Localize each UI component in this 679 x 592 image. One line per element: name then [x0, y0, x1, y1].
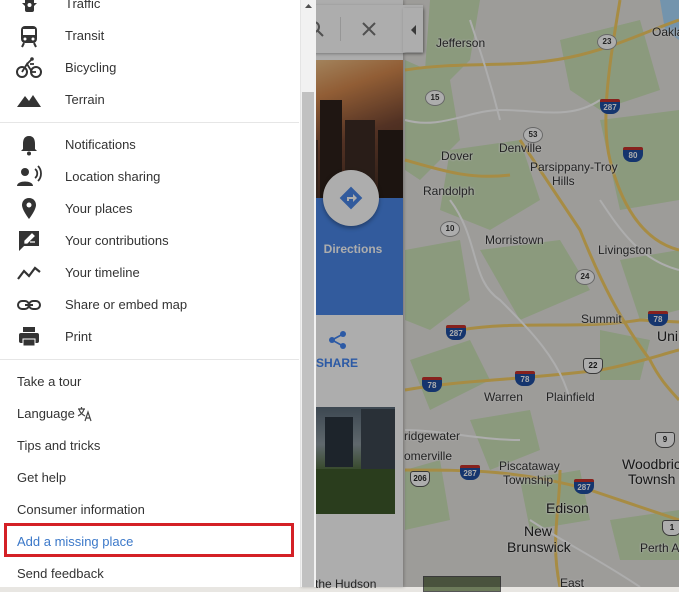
menu-item-label: Bicycling: [65, 60, 117, 75]
location-sharing-icon: [17, 165, 42, 186]
drawer-scrollbar[interactable]: [300, 0, 316, 587]
menu-item-print[interactable]: Print: [0, 321, 299, 353]
menu-item-label: Share or embed map: [65, 297, 188, 312]
menu-item-your-contributions[interactable]: Your contributions: [0, 225, 299, 257]
menu-item-label: Consumer information: [17, 502, 145, 517]
side-menu-drawer: Traffic Transit Bicycling Terrain Notifi…: [0, 0, 300, 587]
menu-item-language[interactable]: Language: [0, 398, 299, 430]
link-icon: [17, 300, 41, 310]
menu-divider: [0, 359, 299, 360]
menu-item-label: Language: [17, 406, 75, 421]
menu-item-notifications[interactable]: Notifications: [0, 129, 299, 161]
menu-item-label: Your contributions: [65, 233, 169, 248]
menu-item-label: Take a tour: [17, 374, 82, 389]
highlight-annotation: [4, 523, 294, 557]
menu-item-location-sharing[interactable]: Location sharing: [0, 161, 299, 193]
menu-item-transit[interactable]: Transit: [0, 20, 299, 52]
menu-item-label: Notifications: [65, 137, 136, 152]
menu-item-label: Print: [65, 329, 92, 344]
bicycle-icon: [16, 57, 42, 78]
menu-item-label: Location sharing: [65, 169, 161, 184]
menu-item-your-places[interactable]: Your places: [0, 193, 299, 225]
menu-item-label: Traffic: [65, 0, 101, 11]
menu-item-label: Your places: [65, 201, 133, 216]
menu-item-get-help[interactable]: Get help: [0, 462, 299, 494]
menu-item-share-embed[interactable]: Share or embed map: [0, 289, 299, 321]
menu-item-label: Terrain: [65, 92, 105, 107]
menu-item-your-timeline[interactable]: Your timeline: [0, 257, 299, 289]
menu-item-terrain[interactable]: Terrain: [0, 84, 299, 116]
menu-item-consumer-information[interactable]: Consumer information: [0, 494, 299, 526]
scroll-up-arrow-icon[interactable]: [304, 2, 313, 11]
menu-item-label: Transit: [65, 28, 105, 43]
menu-item-take-a-tour[interactable]: Take a tour: [0, 366, 299, 398]
translate-icon: [77, 407, 92, 422]
transit-icon: [21, 26, 37, 48]
menu-item-traffic[interactable]: Traffic: [0, 0, 299, 20]
menu-item-label: Tips and tricks: [17, 438, 101, 453]
menu-item-label: Send feedback: [17, 566, 104, 581]
terrain-icon: [17, 95, 41, 107]
menu-item-tips-and-tricks[interactable]: Tips and tricks: [0, 430, 299, 462]
menu-divider: [0, 122, 299, 123]
traffic-icon: [22, 0, 37, 12]
pin-icon: [22, 198, 36, 219]
menu-item-send-feedback[interactable]: Send feedback: [0, 558, 299, 587]
modal-scrim[interactable]: [300, 0, 679, 587]
menu-item-label: Your timeline: [65, 265, 140, 280]
menu-item-label: Get help: [17, 470, 67, 485]
edit-icon: [19, 231, 39, 251]
timeline-icon: [17, 266, 41, 280]
print-icon: [19, 327, 39, 347]
menu-item-bicycling[interactable]: Bicycling: [0, 52, 299, 84]
scrollbar-thumb[interactable]: [302, 92, 314, 587]
bell-icon: [21, 136, 37, 156]
